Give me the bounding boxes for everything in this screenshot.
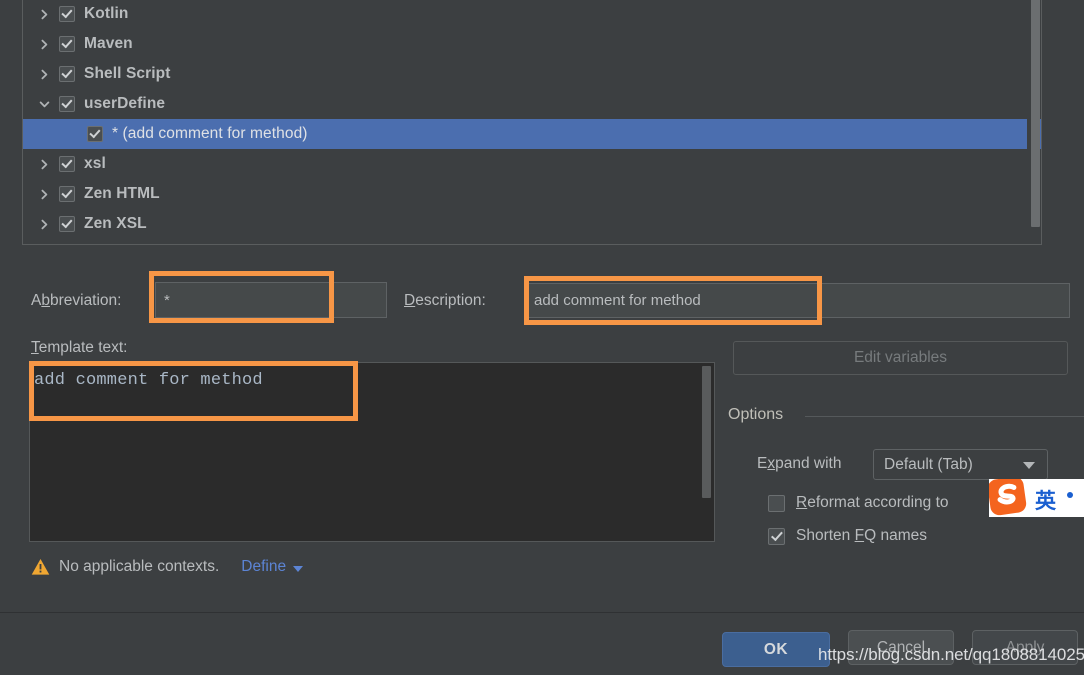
tree-row[interactable]: Maven [23,29,1041,59]
tree-row[interactable]: Zen HTML [23,179,1041,209]
define-link[interactable]: Define [241,558,286,576]
warning-triangle-icon [31,558,50,576]
reformat-according-to-checkbox[interactable]: Reformat according to [768,494,949,512]
description-label: Description: [404,292,486,309]
tree-row[interactable]: userDefine [23,89,1041,119]
tree-row-label: Shell Script [84,65,171,82]
ok-button[interactable]: OK [722,632,830,667]
tree-row[interactable]: Kotlin [23,0,1041,29]
expand-with-label: Expand with [757,455,842,472]
tree-row-label: * (add comment for method) [112,125,308,142]
sogou-ime-toolbar[interactable]: 英 [989,479,1084,517]
tree-row-label: Zen HTML [84,185,160,202]
abbreviation-input[interactable]: * [155,282,387,318]
shorten-fq-names-label: Shorten FQ names [796,527,927,544]
chevron-right-icon[interactable] [35,69,53,80]
live-templates-tree[interactable]: Kotlin Maven Shell Script userDefine * (add … [22,0,1042,245]
chevron-down-icon [1023,462,1035,469]
warning-message: No applicable contexts. [59,558,220,575]
template-text-editor[interactable]: add comment for method [29,362,715,542]
checkbox-icon[interactable] [59,96,75,112]
ime-status-dot-icon [1067,492,1073,498]
sogou-s-logo-icon [989,479,1031,517]
context-warning-row: No applicable contexts. Define [31,558,304,576]
checkbox-icon [768,494,785,512]
template-editor-scrollbar[interactable] [701,366,712,538]
scrollbar-thumb[interactable] [702,366,711,498]
checkbox-icon[interactable] [59,6,75,22]
footer-divider [0,612,1084,613]
tree-row[interactable]: * (add comment for method) [23,119,1041,149]
description-value: add comment for method [534,292,701,309]
description-input[interactable]: add comment for method [525,283,1070,318]
tree-row-label: Maven [84,35,133,52]
tree-row-label: xsl [84,155,106,172]
checkbox-icon[interactable] [59,186,75,202]
expand-with-value: Default (Tab) [884,455,973,473]
options-section-title: Options [728,406,784,423]
checkbox-icon[interactable] [59,66,75,82]
chevron-down-icon[interactable] [293,565,304,572]
tree-row-label: Kotlin [84,5,129,22]
chevron-right-icon[interactable] [35,39,53,50]
chevron-right-icon[interactable] [35,219,53,230]
checkbox-icon[interactable] [59,36,75,52]
reformat-label: Reformat according to [796,494,949,511]
tree-row-label: Zen XSL [84,215,147,232]
ime-mode-label[interactable]: 英 [1035,485,1056,515]
chevron-right-icon[interactable] [35,9,53,20]
checkbox-icon [768,527,785,545]
options-divider [805,416,1084,417]
checkbox-icon[interactable] [59,216,75,232]
template-text-content: add comment for method [34,371,263,390]
checkbox-icon[interactable] [87,126,103,142]
scrollbar-thumb[interactable] [1031,0,1040,227]
tree-row[interactable]: Shell Script [23,59,1041,89]
tree-row-label: userDefine [84,95,166,112]
chevron-right-icon[interactable] [35,159,53,170]
abbreviation-value: * [164,291,170,309]
checkbox-icon[interactable] [59,156,75,172]
tree-row[interactable]: xsl [23,149,1041,179]
expand-with-dropdown[interactable]: Default (Tab) [873,449,1048,480]
edit-variables-button[interactable]: Edit variables [733,341,1068,375]
template-text-label: Template text: [31,339,128,356]
chevron-down-icon[interactable] [35,99,53,110]
tree-row[interactable]: Zen XSL [23,209,1041,239]
chevron-right-icon[interactable] [35,189,53,200]
abbreviation-label: Abbreviation: [31,292,122,309]
shorten-fq-names-checkbox[interactable]: Shorten FQ names [768,527,927,545]
tree-vertical-scrollbar[interactable] [1027,0,1040,243]
watermark-url: https://blog.csdn.net/qq1808814025 [818,645,1084,664]
